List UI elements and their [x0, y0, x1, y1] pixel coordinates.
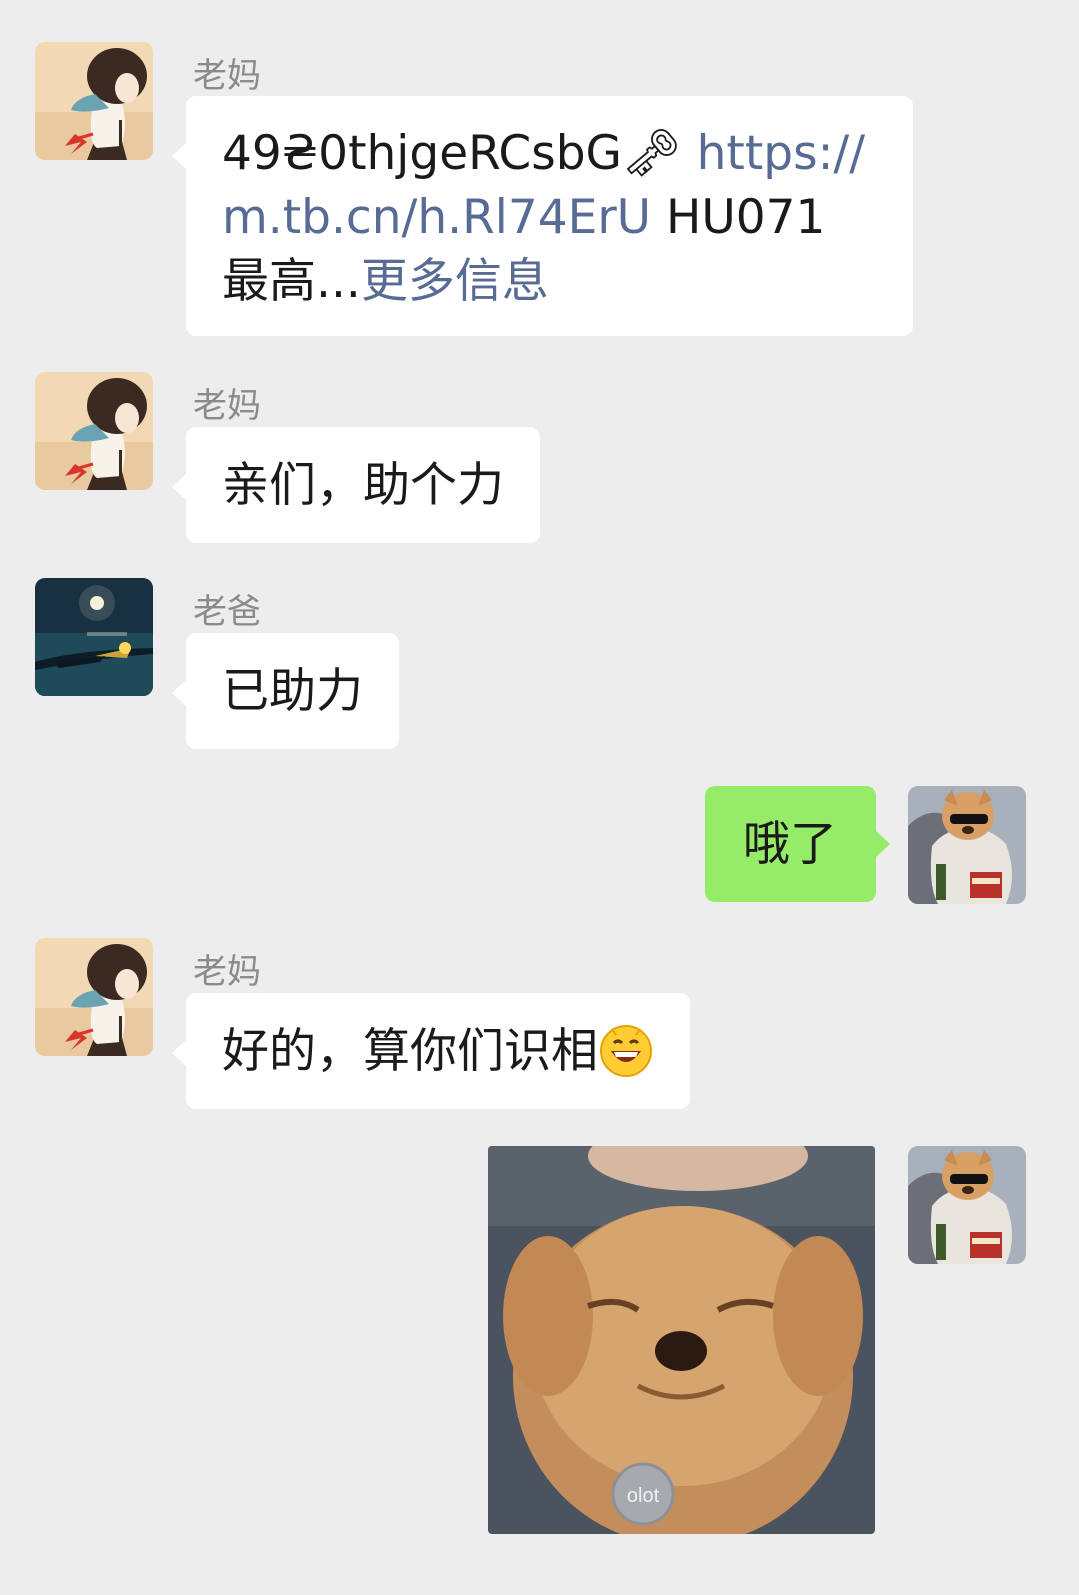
- message-bubble[interactable]: 已助力: [172, 633, 399, 749]
- more-info-link[interactable]: 更多信息: [361, 254, 549, 309]
- mom-avatar[interactable]: [35, 42, 153, 160]
- girl-avatar-icon: [35, 938, 153, 1056]
- dog-sunglasses-avatar-icon: [908, 786, 1026, 904]
- sender-name: 老爸: [193, 592, 261, 632]
- dog-sticker-icon: olot: [488, 1146, 875, 1534]
- collar-tag-text: olot: [627, 1485, 660, 1507]
- dog-sticker-image[interactable]: olot: [488, 1146, 875, 1534]
- share-code: 49₴0thjgeRCsbG: [222, 126, 622, 181]
- night-lake-avatar-icon: [35, 578, 153, 696]
- girl-avatar-icon: [35, 372, 153, 490]
- sender-name: 老妈: [193, 386, 261, 426]
- my-avatar[interactable]: [908, 786, 1026, 904]
- sender-name: 老妈: [193, 952, 261, 992]
- mom-avatar[interactable]: [35, 938, 153, 1056]
- sender-name: 老妈: [193, 56, 261, 96]
- dog-sunglasses-avatar-icon: [908, 1146, 1026, 1264]
- grin-emoji-icon: [600, 1025, 652, 1077]
- girl-avatar-icon: [35, 42, 153, 160]
- message-bubble[interactable]: 好的，算你们识相: [172, 993, 690, 1109]
- message-bubble[interactable]: 49₴0thjgeRCsbG🗝 https:// m.tb.cn/h.Rl74E…: [172, 96, 913, 336]
- my-avatar[interactable]: [908, 1146, 1026, 1264]
- my-message-bubble[interactable]: 哦了: [705, 786, 890, 902]
- message-text: 好的，算你们识相: [222, 1024, 598, 1079]
- message-bubble[interactable]: 亲们，助个力: [172, 427, 540, 543]
- key-icon: 🗝: [621, 126, 682, 181]
- dad-avatar[interactable]: [35, 578, 153, 696]
- mom-avatar[interactable]: [35, 372, 153, 490]
